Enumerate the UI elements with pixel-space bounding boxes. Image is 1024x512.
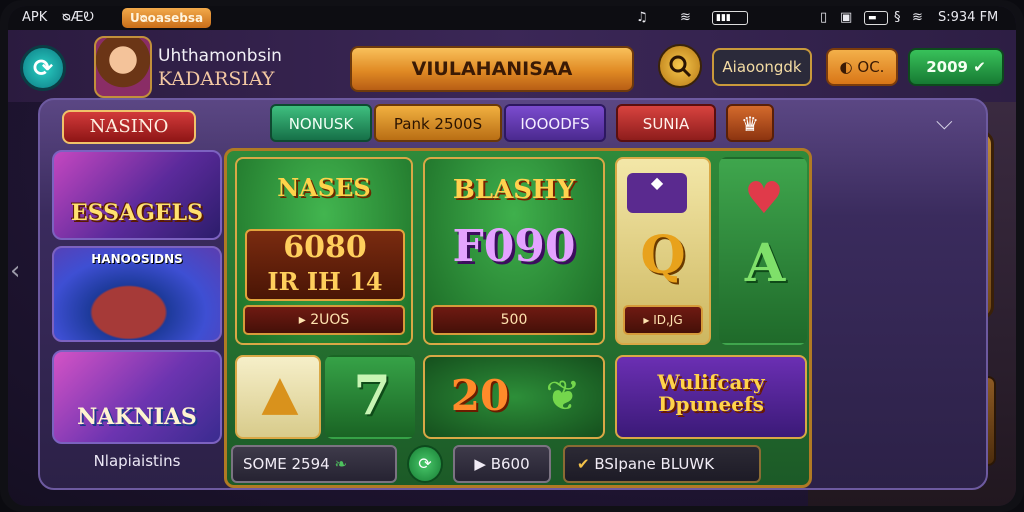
side-caption: Nlapiaistins	[93, 452, 181, 470]
user-name: Uhthamonbsin	[158, 46, 282, 66]
cash-value: 2009	[926, 58, 968, 76]
game-card[interactable]: ESSAGELS	[52, 150, 222, 240]
user-subtitle: KADARSIAY	[158, 68, 275, 90]
game-tile[interactable]: ▲	[235, 355, 321, 439]
coin-icon: ◐	[839, 58, 858, 76]
cheese-icon: ▲	[261, 365, 299, 421]
game-tile[interactable]: ♥ A	[719, 157, 807, 345]
chef-hat-icon[interactable]: ♛	[726, 104, 774, 142]
game-tile-title: Wulifcary Dpuneefs	[657, 370, 765, 416]
spin-button[interactable]: ⟳	[407, 445, 443, 483]
sim-icon: ▣	[840, 10, 853, 25]
cash-button[interactable]: 2009 ✔	[908, 48, 1004, 86]
search-icon	[669, 55, 692, 78]
purple-gem-icon: ◆	[627, 173, 687, 213]
status-label: APK	[22, 10, 48, 25]
game-tile-bar[interactable]: ▸ 2UOS	[243, 305, 405, 335]
app-logo-icon[interactable]: ⟳	[20, 45, 66, 91]
leaf-icon: ❧	[329, 455, 348, 473]
game-card[interactable]: HANOOSIDNS	[52, 246, 222, 342]
avatar[interactable]	[94, 36, 152, 98]
game-tile-bar[interactable]: ▸ ID,JG	[623, 305, 703, 335]
game-tile[interactable]: 20 ❦	[423, 355, 605, 439]
back-arrow-icon[interactable]: ‹	[10, 256, 20, 286]
bet-field[interactable]: SOME 2594 ❧	[231, 445, 397, 483]
account-button[interactable]: Aiaoongdk	[712, 48, 812, 86]
play-icon: ▶	[474, 455, 491, 473]
game-tile[interactable]: Wulifcary Dpuneefs	[615, 355, 807, 439]
signal-icon: §	[894, 10, 901, 25]
game-tile-number: 20	[450, 371, 510, 420]
status-bar: APK ᴓÆᎧ Uᴓoasebsa ♫ ≋ ▮▮▮ ▯ ▣ ▬ § ≋ S:93…	[8, 6, 1016, 30]
check-icon: ✔	[967, 58, 986, 76]
network-indicator-icon: ▮▮▮	[712, 11, 748, 25]
heart-icon: ♥	[744, 173, 784, 224]
symbol-q: Q	[640, 225, 686, 286]
coins-badge[interactable]: ◐ OC.	[826, 48, 898, 86]
tab-sunia[interactable]: SUNIA	[616, 104, 716, 142]
app-screen: APK ᴓÆᎧ Uᴓoasebsa ♫ ≋ ▮▮▮ ▯ ▣ ▬ § ≋ S:93…	[8, 6, 1016, 506]
device-frame: APK ᴓÆᎧ Uᴓoasebsa ♫ ≋ ▮▮▮ ▯ ▣ ▬ § ≋ S:93…	[0, 0, 1024, 512]
game-card-title: ESSAGELS	[70, 200, 204, 226]
page-title[interactable]: VIULAHANISAA	[350, 46, 634, 92]
play-amount-button[interactable]: ▶ B600	[453, 445, 551, 483]
game-tile-bar[interactable]: 500	[431, 305, 597, 335]
game-grid: NASES 6080 IR IH 14 ▸ 2UOS BLASHY F090 5…	[224, 148, 812, 488]
game-tile-title: BLASHY	[452, 175, 576, 205]
clock: S:934 FM	[938, 10, 999, 25]
battery-icon: ▯	[820, 10, 828, 25]
game-tile[interactable]: 7	[325, 355, 415, 439]
game-tile-jackpot: F090	[452, 221, 576, 272]
game-card[interactable]: NAKNIAS	[52, 350, 222, 444]
alarm-icon: ♫	[636, 10, 648, 25]
game-tile[interactable]: BLASHY F090 500	[423, 157, 605, 345]
apk-badge[interactable]: Uᴓoasebsa	[122, 8, 212, 28]
game-tile[interactable]: ◆ Q ▸ ID,JG	[615, 157, 711, 345]
status-icons: ᴓÆᎧ	[62, 10, 94, 25]
game-tile[interactable]: NASES 6080 IR IH 14 ▸ 2UOS	[235, 157, 413, 345]
game-card-title: HANOOSIDNS	[91, 252, 183, 266]
tab-iooodfs[interactable]: IOOODFS	[504, 104, 606, 142]
tab-bonus[interactable]: NONUSK	[270, 104, 372, 142]
game-tile-jackpot: 6080 IR IH 14	[245, 229, 405, 301]
game-tile-title: NASES	[277, 173, 371, 202]
search-button[interactable]	[658, 44, 702, 88]
game-card-title: NAKNIAS	[77, 404, 197, 430]
wifi-2-icon: ≋	[912, 10, 923, 25]
info-field[interactable]: ✔ BSIpane BLUWK	[563, 445, 761, 483]
leaf-icon: ❦	[545, 371, 581, 420]
coins-value: OC.	[857, 58, 885, 76]
symbol-a: A	[744, 233, 786, 294]
play-icon: ▸	[298, 312, 311, 328]
battery-level-icon: ▬	[864, 11, 888, 25]
wifi-icon: ≋	[680, 10, 691, 25]
play-icon: ▸	[643, 313, 654, 327]
symbol-seven: 7	[353, 363, 391, 427]
app-header: ⟳ Uhthamonbsin KADARSIAY VIULAHANISAA Ai…	[8, 30, 1016, 102]
chevron-down-icon[interactable]: ⌵	[936, 110, 953, 135]
check-icon: ✔	[577, 455, 595, 473]
tab-pank[interactable]: Pank 2500S	[374, 104, 502, 142]
casino-label[interactable]: NASINO	[62, 110, 196, 144]
